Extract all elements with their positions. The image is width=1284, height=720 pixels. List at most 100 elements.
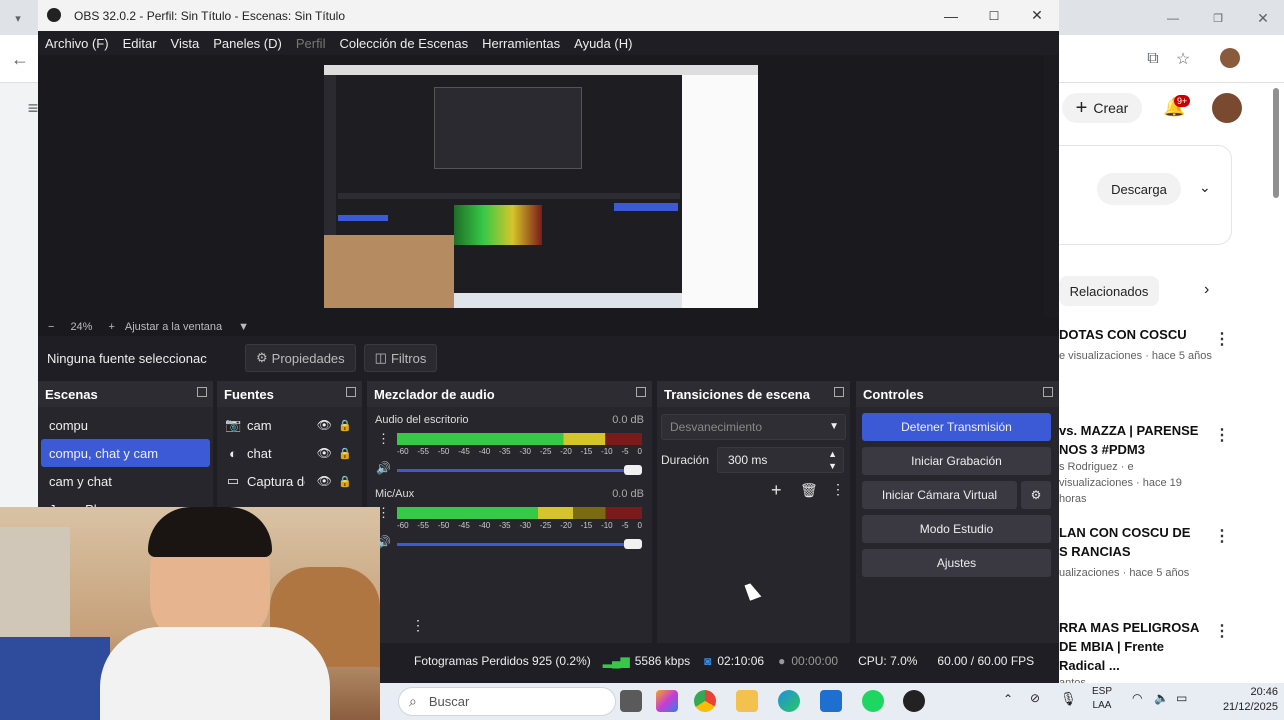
more-icon[interactable]: ⋮	[1214, 526, 1230, 546]
spotify-icon[interactable]	[862, 690, 884, 712]
more-icon[interactable]: ⋮	[1214, 425, 1230, 445]
menu-ayuda[interactable]: Ayuda (H)	[574, 36, 632, 51]
tray-icon[interactable]: ⊘	[1030, 691, 1040, 705]
language-indicator[interactable]: ESP LAA	[1092, 685, 1112, 713]
video-item[interactable]: LAN CON COSCU DE S RANCIAS ualizaciones …	[1059, 523, 1199, 581]
popout-icon[interactable]	[834, 387, 844, 397]
kebab-icon[interactable]: ⋮	[377, 431, 390, 447]
popout-icon[interactable]	[197, 387, 207, 397]
menu-archivo[interactable]: Archivo (F)	[45, 36, 109, 51]
scale-tick: -45	[458, 521, 470, 530]
download-button[interactable]: Descarga	[1097, 173, 1181, 205]
popout-icon[interactable]	[1043, 387, 1053, 397]
store-icon[interactable]	[820, 690, 842, 712]
lock-icon[interactable]: 🔒	[338, 419, 352, 432]
blanket	[0, 637, 110, 720]
stream-preview[interactable]	[324, 65, 758, 308]
close-icon[interactable]: ✕	[1015, 0, 1059, 31]
avatar[interactable]	[1212, 93, 1242, 123]
chevron-right-icon[interactable]: ›	[1204, 281, 1209, 299]
eye-icon[interactable]: 👁	[317, 474, 332, 488]
lock-icon[interactable]: 🔒	[338, 475, 352, 488]
volume-slider[interactable]	[397, 465, 642, 475]
menu-coleccion[interactable]: Colección de Escenas	[339, 36, 468, 51]
menu-paneles[interactable]: Paneles (D)	[213, 36, 282, 51]
menu-vista[interactable]: Vista	[171, 36, 200, 51]
popout-icon[interactable]	[636, 387, 646, 397]
maximize-icon[interactable]: ❐	[1205, 5, 1231, 31]
start-recording-button[interactable]: Iniciar Grabación	[862, 447, 1051, 475]
scene-item[interactable]: compu	[41, 411, 210, 439]
related-chip[interactable]: Relacionados	[1059, 276, 1159, 306]
battery-icon[interactable]: ▭	[1176, 691, 1187, 705]
star-icon[interactable]: ☆	[1170, 46, 1196, 72]
speaker-icon[interactable]: 🔊	[376, 461, 391, 475]
zoom-in-icon[interactable]: +	[108, 321, 114, 333]
video-item[interactable]: RRA MAS PELIGROSA DE MBIA | Frente Radic…	[1059, 618, 1209, 691]
tab-list-icon[interactable]: ▾	[5, 5, 31, 31]
trash-icon[interactable]: 🗑	[800, 482, 818, 499]
properties-button[interactable]: ⚙ Propiedades	[245, 344, 356, 372]
scrollbar[interactable]	[1273, 88, 1279, 198]
folder-icon[interactable]	[736, 690, 758, 712]
scene-item-selected[interactable]: compu, chat y cam	[41, 439, 210, 467]
obs-icon[interactable]	[903, 690, 925, 712]
plus-icon[interactable]: +	[771, 480, 782, 501]
profile-avatar[interactable]	[1220, 48, 1240, 68]
eye-icon[interactable]: 👁	[317, 418, 332, 432]
edge-icon[interactable]	[778, 690, 800, 712]
filters-button[interactable]: ◫ Filtros	[363, 344, 438, 372]
slider-handle[interactable]	[624, 539, 642, 549]
minimize-icon[interactable]: —	[929, 0, 973, 31]
video-item[interactable]: vs. MAZZA | PARENSE NOS 3 #PDM3 s Rodrig…	[1059, 421, 1199, 507]
more-icon[interactable]: ⋮	[1214, 329, 1230, 349]
source-item[interactable]: ◐ chat 👁 🔒	[217, 439, 362, 467]
kebab-icon[interactable]: ⋮	[411, 617, 425, 634]
zoom-out-icon[interactable]: −	[48, 321, 54, 333]
chevron-down-icon[interactable]: ⌄	[1199, 179, 1211, 196]
scene-item[interactable]: cam y chat	[41, 467, 210, 495]
video-item[interactable]: DOTAS CON COSCU e visualizaciones · hace…	[1059, 325, 1269, 364]
clock[interactable]: 20:46 21/12/2025	[1208, 685, 1278, 715]
kebab-icon[interactable]: ⋮	[831, 481, 845, 498]
menu-herramientas[interactable]: Herramientas	[482, 36, 560, 51]
studio-mode-button[interactable]: Modo Estudio	[862, 515, 1051, 543]
wifi-icon[interactable]: ◠	[1132, 691, 1142, 705]
zoom-fit[interactable]: Ajustar a la ventana	[125, 321, 222, 333]
task-view-icon[interactable]	[620, 690, 642, 712]
gear-icon[interactable]: ⚙	[1021, 481, 1051, 509]
mixer-header: Mezclador de audio	[367, 381, 652, 407]
menu-editar[interactable]: Editar	[123, 36, 157, 51]
duration-input[interactable]: 300 ms ▲ ▼	[717, 447, 844, 473]
slider-handle[interactable]	[624, 465, 642, 475]
virtual-camera-button[interactable]: Iniciar Cámara Virtual	[862, 481, 1017, 509]
source-item[interactable]: ▭ Captura de 👁 🔒	[217, 467, 362, 495]
chevron-down-icon[interactable]: ▼	[238, 321, 249, 333]
volume-icon[interactable]: 🔈	[1154, 691, 1169, 705]
preview-window-bar	[324, 65, 758, 75]
stepper-icon[interactable]: ▲ ▼	[828, 448, 837, 472]
mic-icon[interactable]: 🎙	[1060, 691, 1077, 707]
mixer-channel: Mic/Aux 0.0 dB ⋮ -60 -55 -50 -45 -40 -35 -30 -25…	[375, 488, 644, 549]
stop-stream-button[interactable]: Detener Transmisión	[862, 413, 1051, 441]
minimize-icon[interactable]: —	[1160, 5, 1186, 31]
settings-button[interactable]: Ajustes	[862, 549, 1051, 577]
close-icon[interactable]: ✕	[1250, 5, 1276, 31]
taskbar-search[interactable]: ⌕ Buscar	[398, 687, 616, 716]
more-icon[interactable]: ⋮	[1214, 621, 1230, 641]
chevron-up-icon[interactable]: ⌃	[1003, 692, 1013, 706]
preview-scrollbar[interactable]	[1044, 55, 1059, 318]
volume-slider[interactable]	[397, 539, 642, 549]
install-icon[interactable]: ⧉	[1140, 46, 1166, 72]
transition-select[interactable]: Desvanecimiento ▼	[661, 414, 846, 440]
back-icon[interactable]: ←	[7, 46, 33, 72]
popout-icon[interactable]	[346, 387, 356, 397]
menu-perfil[interactable]: Perfil	[296, 36, 326, 51]
eye-icon[interactable]: 👁	[317, 446, 332, 460]
source-item[interactable]: 📷 cam 👁 🔒	[217, 411, 362, 439]
lock-icon[interactable]: 🔒	[338, 447, 352, 460]
copilot-icon[interactable]	[656, 690, 678, 712]
create-button[interactable]: + Crear	[1062, 93, 1142, 123]
maximize-icon[interactable]: ☐	[972, 0, 1016, 31]
chrome-icon[interactable]	[694, 690, 716, 712]
